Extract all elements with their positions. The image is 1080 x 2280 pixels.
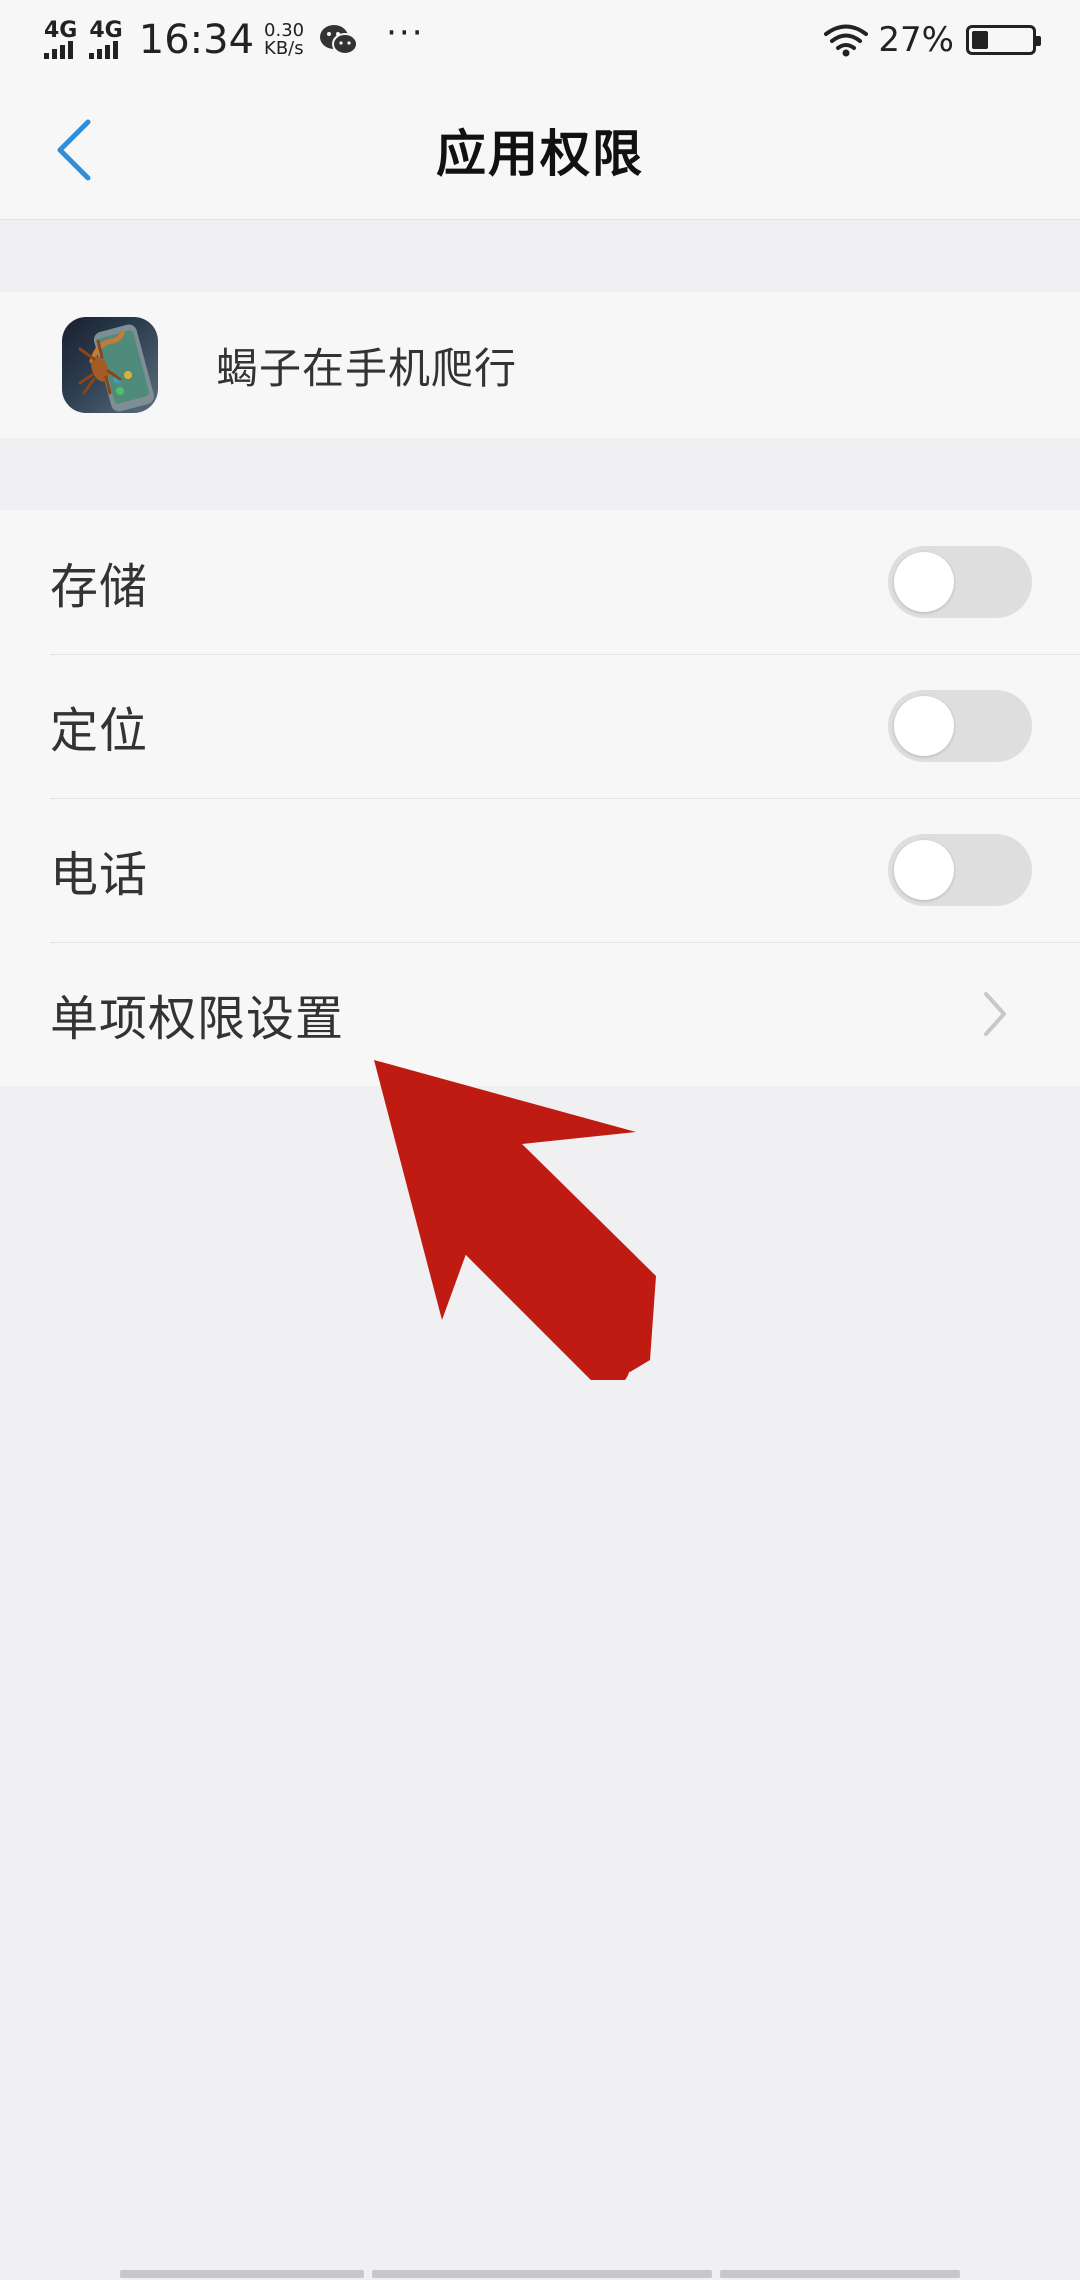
net-speed: 0.30 KB/s: [264, 22, 304, 58]
clock: 16:34: [138, 17, 255, 63]
net-speed-unit: KB/s: [264, 38, 304, 59]
status-bar: 4G 4G 16:34 0.30 KB/s ··· 27%: [0, 0, 1080, 80]
permission-list: 存储 定位 电话 单项权限设置: [0, 510, 1080, 1086]
single-permission-settings-label: 单项权限设置: [50, 991, 345, 1047]
permission-label: 电话: [50, 847, 149, 903]
storage-permission-toggle[interactable]: [888, 546, 1032, 618]
permission-row-storage: 存储: [0, 510, 1080, 654]
scorpion-app-icon: [62, 317, 158, 413]
network-type-label: 4G: [89, 18, 123, 43]
navigation-bar: 应用权限: [0, 80, 1080, 220]
gesture-segment: [372, 2270, 712, 2278]
network-type-label: 4G: [44, 18, 78, 43]
permission-label: 存储: [50, 559, 149, 615]
permission-row-phone: 电话: [0, 798, 1080, 942]
phone-permission-toggle[interactable]: [888, 834, 1032, 906]
wifi-icon: [824, 24, 869, 57]
battery-percent: 27%: [878, 20, 954, 60]
chevron-right-icon: [984, 992, 1006, 1036]
app-name: 蝎子在手机爬行: [216, 343, 518, 393]
signal-bars-icon: [44, 41, 73, 59]
gesture-segment: [720, 2270, 960, 2278]
battery-level-fill: [972, 31, 988, 49]
location-permission-toggle[interactable]: [888, 690, 1032, 762]
signal-sim2: 4G: [89, 18, 123, 59]
permission-label: 定位: [50, 703, 149, 759]
toggle-knob: [894, 696, 954, 756]
toggle-knob: [894, 552, 954, 612]
chevron-left-icon: [57, 119, 91, 181]
gesture-bar: [120, 2270, 960, 2280]
signal-sim1: 4G: [44, 18, 78, 59]
wechat-icon: [320, 25, 359, 55]
back-button[interactable]: [52, 118, 98, 182]
signal-bars-icon: [89, 41, 119, 59]
annotation-arrow-icon: [374, 1060, 656, 1380]
more-notifications-icon: ···: [386, 13, 425, 53]
app-info-card: 蝎子在手机爬行: [0, 292, 1080, 438]
status-bar-right: 27%: [824, 20, 1041, 60]
app-permissions-screen: 4G 4G 16:34 0.30 KB/s ··· 27% 应用权限 蝎子在手机…: [0, 0, 1080, 2280]
permission-row-location: 定位: [0, 654, 1080, 798]
toggle-knob: [894, 840, 954, 900]
page-title: 应用权限: [436, 124, 644, 183]
battery-icon: [966, 25, 1041, 55]
gesture-segment: [120, 2270, 364, 2278]
